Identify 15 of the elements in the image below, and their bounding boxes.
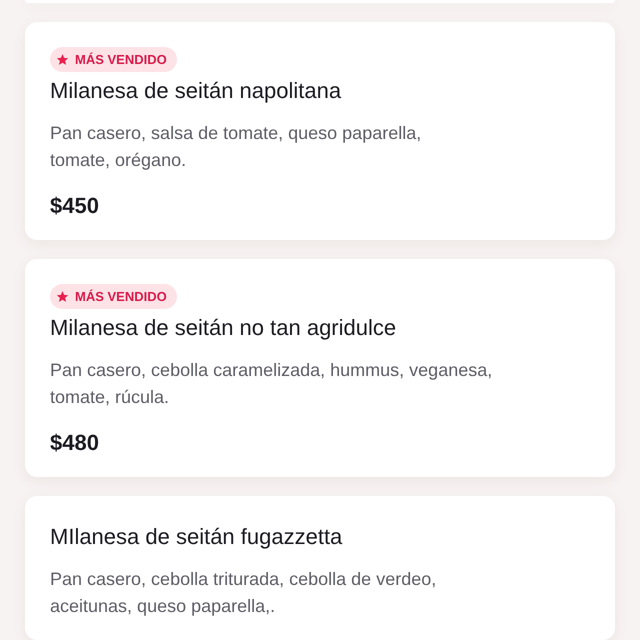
star-icon [56,290,69,303]
item-title: Milanesa de seitán no tan agridulce [50,314,398,342]
item-price: $450 [50,192,100,220]
item-description: Pan casero, cebolla triturada, cebolla de verdeo, aceitunas, queso paparella,. [50,568,438,618]
item-description: Pan casero, cebolla caramelizada, hummus, veganesa, tomate, rúcula. [50,359,494,409]
best-seller-badge: MÁS VENDIDO [50,47,177,72]
menu-item-card[interactable]: MÁS VENDIDO Milanesa de seitán napolitana Pan casero, salsa de tomate, queso paparella, tomate, orégano. $450 [25,22,615,240]
menu-item-card[interactable]: MÁS VENDIDO Milanesa de seitán no tan agridulce Pan casero, cebolla caramelizada, hummus, veganesa, tomate, rúcula. $480 [25,259,615,477]
item-title: MIlanesa de seitán fugazzetta [50,523,344,551]
item-title: Milanesa de seitán napolitana [50,77,342,105]
star-icon [56,53,69,66]
menu-item-card[interactable]: MIlanesa de seitán fugazzetta Pan casero, cebolla triturada, cebolla de verdeo, aceitunas, queso paparella,. [25,496,615,640]
item-description: Pan casero, salsa de tomate, queso paparella, tomate, orégano. [50,122,422,172]
item-price: $480 [50,429,100,457]
best-seller-badge: MÁS VENDIDO [50,284,177,309]
